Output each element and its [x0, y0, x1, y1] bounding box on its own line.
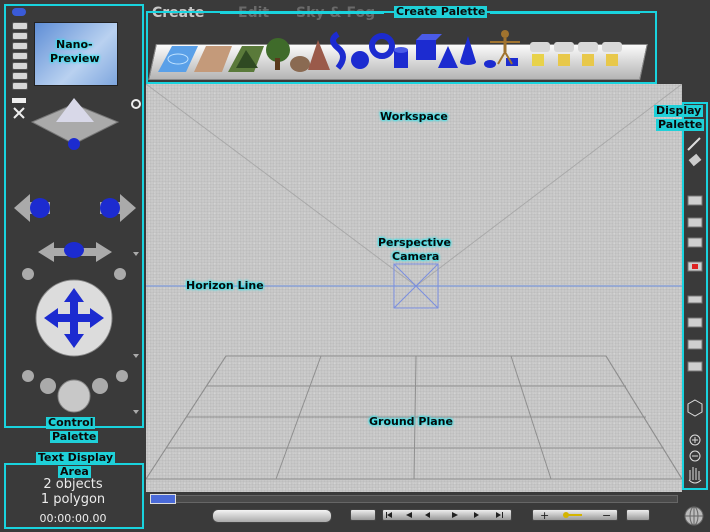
keyframe-icons: + − — [540, 509, 611, 521]
light-icon — [530, 42, 550, 66]
nano-preview-label-1: Nano- — [56, 38, 93, 51]
display-palette-label-2: Palette — [656, 118, 705, 131]
control-widgets[interactable] — [8, 92, 142, 424]
cone-mountain-icon — [308, 40, 330, 70]
display-mode-7-icon — [687, 339, 703, 350]
hand-icon — [688, 467, 702, 484]
time-display: 00:00:00.00 — [39, 512, 107, 525]
remove-key-icon: − — [602, 509, 611, 521]
globe-icon[interactable] — [682, 504, 706, 528]
add-key-icon: + — [540, 509, 549, 521]
blue-indicator — [12, 8, 26, 16]
graph-button[interactable] — [626, 509, 650, 521]
cube-icon — [416, 34, 442, 60]
pyramid-icon — [438, 46, 458, 68]
light-icon — [554, 42, 574, 66]
ground-plane-label: Ground Plane — [369, 415, 453, 428]
control-palette-label-2: Palette — [50, 430, 99, 443]
key-icon — [563, 512, 582, 518]
horizon-line-label: Horizon Line — [186, 279, 264, 292]
rock-icon — [290, 56, 310, 72]
display-palette-icons[interactable] — [684, 134, 706, 488]
timeline-track[interactable] — [150, 495, 678, 503]
eraser-icon — [688, 153, 702, 167]
timeline-slider[interactable] — [150, 494, 176, 504]
last-frame-icon — [496, 512, 501, 518]
pencil-icon — [687, 137, 701, 151]
play-icon — [452, 512, 458, 518]
torus-icon — [369, 33, 395, 59]
create-objects — [158, 30, 622, 72]
move-xz-icon — [14, 194, 136, 222]
perspective-camera-label-1: Perspective — [378, 236, 452, 249]
cone-icon — [460, 36, 476, 65]
workspace-label: Workspace — [380, 110, 448, 123]
cylinder-icon — [394, 47, 408, 68]
terrain-icon — [194, 46, 232, 72]
polygon-count: 1 polygon — [40, 492, 106, 507]
preview-mode-bar[interactable] — [212, 509, 332, 523]
zoom-spheres-icon — [22, 370, 128, 413]
first-frame-icon — [387, 512, 392, 518]
playback-icons — [386, 512, 503, 518]
water-icon — [158, 46, 198, 72]
trackball-icon — [35, 279, 113, 357]
display-mode-2-icon — [687, 217, 703, 228]
display-mode-6-icon — [687, 317, 703, 328]
prev-frame-icon — [425, 512, 430, 518]
torus-spiral-icon — [330, 31, 346, 70]
light-icon — [602, 42, 622, 66]
rewind-icon — [406, 512, 412, 518]
display-palette-label-1: Display — [654, 104, 704, 117]
trackball-landscape-icon — [30, 98, 120, 150]
camera-icon — [12, 98, 26, 119]
mountain-icon — [228, 46, 264, 72]
tree-icon — [266, 38, 290, 70]
cube-view-icon — [687, 399, 703, 417]
text-display-label-1: Text Display — [36, 451, 116, 464]
create-palette-label: Create Palette — [394, 5, 488, 18]
object-count: 2 objects — [43, 477, 103, 492]
display-mode-5-icon — [687, 295, 703, 304]
perspective-camera-label-2: Camera — [392, 250, 440, 263]
next-frame-icon — [474, 512, 479, 518]
display-mode-1-icon — [687, 195, 703, 206]
move-y-icon — [22, 242, 126, 280]
control-palette-label-1: Control — [46, 416, 96, 429]
nano-preview-label-2: Preview — [50, 52, 100, 65]
sphere-icon — [351, 51, 369, 69]
display-mode-8-icon — [687, 361, 703, 372]
loop-button[interactable] — [350, 509, 376, 521]
display-mode-3-icon — [687, 237, 703, 248]
light-icon — [578, 42, 598, 66]
